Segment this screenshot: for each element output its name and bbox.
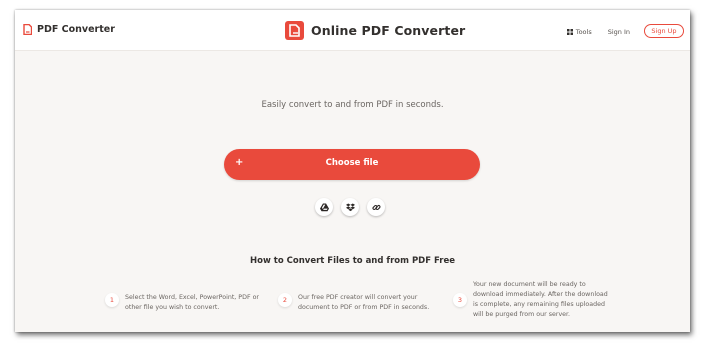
step-text-line: Your new document will be ready to <box>473 281 586 288</box>
sign-in-link[interactable]: Sign In <box>608 28 630 36</box>
step-text-line: is complete, any remaining files uploade… <box>473 301 606 308</box>
brand-center-name: Online PDF Converter <box>311 23 466 38</box>
step-text-line: Our free PDF creator will convert your <box>298 294 418 301</box>
choose-file-button[interactable]: + Choose file <box>224 149 480 180</box>
step-text-line: will be purged from our server. <box>473 311 571 318</box>
step-text-line: download immediately. After the download <box>473 291 608 298</box>
pdf-logo-icon <box>285 21 304 40</box>
brand-center[interactable]: Online PDF Converter <box>285 21 465 40</box>
step-3: 3 Your new document will be ready to dow… <box>453 280 608 320</box>
brand-left[interactable]: PDF Converter <box>23 24 115 35</box>
browser-viewport: PDF Converter Online PDF Converter Tools <box>15 10 690 332</box>
step-text: Our free PDF creator will convert your d… <box>298 293 429 313</box>
tools-menu[interactable]: Tools <box>566 27 592 36</box>
upload-sources <box>315 198 393 216</box>
grid-icon <box>566 28 573 35</box>
tools-label: Tools <box>575 27 592 36</box>
choose-file-label: Choose file <box>325 158 379 168</box>
step-number: 2 <box>278 293 292 307</box>
step-text: Select the Word, Excel, PowerPoint, PDF … <box>125 293 259 313</box>
dropbox-button[interactable] <box>341 198 359 216</box>
how-to-title: How to Convert Files to and from PDF Fre… <box>250 256 455 266</box>
step-text-line: document to PDF or from PDF in seconds. <box>298 304 430 311</box>
step-number: 1 <box>105 293 119 307</box>
link-icon <box>371 204 381 210</box>
step-1: 1 Select the Word, Excel, PowerPoint, PD… <box>105 293 259 313</box>
step-number: 3 <box>453 293 467 307</box>
dropbox-icon <box>345 202 355 211</box>
site-header: PDF Converter Online PDF Converter Tools <box>15 10 690 51</box>
google-drive-button[interactable] <box>315 198 333 216</box>
step-text-line: Select the Word, Excel, PowerPoint, PDF … <box>125 294 260 301</box>
google-drive-icon <box>319 202 329 211</box>
step-text-line: other file you wish to convert. <box>125 304 220 311</box>
header-nav: Tools Sign In Sign Up <box>566 24 684 38</box>
sign-up-button[interactable]: Sign Up <box>644 24 684 38</box>
brand-left-name: PDF Converter <box>37 24 115 35</box>
pdf-logo-icon <box>23 24 32 35</box>
step-2: 2 Our free PDF creator will convert your… <box>278 293 429 313</box>
tagline: Easily convert to and from PDF in second… <box>261 100 444 110</box>
step-text: Your new document will be ready to downl… <box>473 280 608 320</box>
url-link-button[interactable] <box>367 198 385 216</box>
